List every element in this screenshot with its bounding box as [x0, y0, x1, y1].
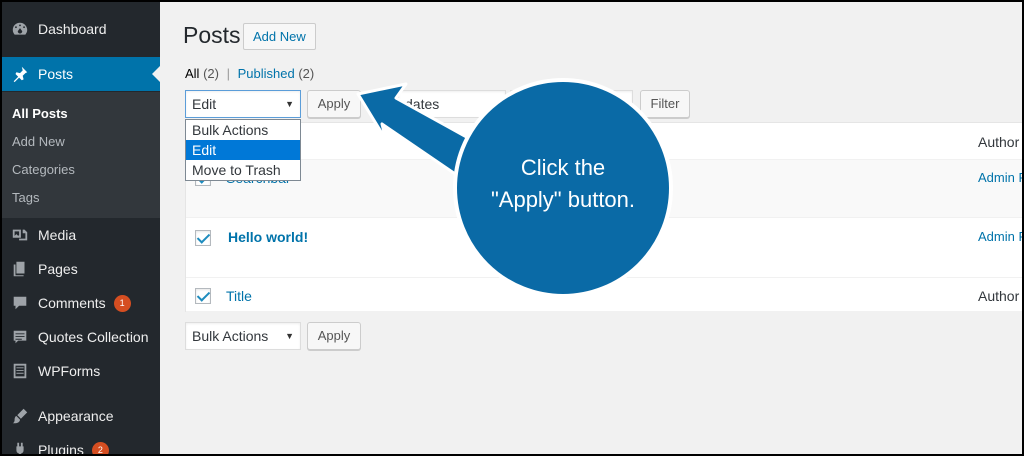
dates-select[interactable]: dates — [398, 90, 506, 118]
plug-icon — [10, 440, 30, 454]
sidebar-item-comments[interactable]: Comments 1 — [2, 286, 160, 320]
sidebar-item-appearance[interactable]: Appearance — [2, 399, 160, 433]
category-select[interactable] — [510, 90, 633, 118]
bulk-action-select-bottom[interactable]: Bulk Actions ▼ — [185, 322, 301, 350]
callout-line-1: Click the — [520, 155, 606, 180]
bulk-option-edit[interactable]: Edit — [186, 140, 300, 160]
posts-table: Author Searchbar Admin F Hello world! Ad… — [185, 122, 1022, 312]
pages-icon — [10, 259, 30, 279]
table-row: Hello world! Admin F — [186, 218, 1022, 278]
filter-button[interactable]: Filter — [640, 90, 690, 118]
posts-submenu: All Posts Add New Categories Tags — [2, 92, 160, 218]
table-row: Title Author — [186, 278, 1022, 312]
media-icon — [10, 225, 30, 245]
sidebar-label-quotes-collection: Quotes Collection — [38, 329, 149, 345]
post-title-link[interactable]: Hello world! — [228, 229, 308, 245]
post-title-link[interactable]: Title — [226, 288, 252, 304]
admin-sidebar: Dashboard Posts All Posts Add New Catego… — [2, 2, 160, 454]
comments-count-badge: 1 — [113, 294, 131, 312]
bulk-option-bulk-actions[interactable]: Bulk Actions — [186, 120, 300, 140]
filter-published-count: (2) — [298, 66, 315, 81]
chevron-down-icon: ▼ — [285, 99, 294, 109]
chevron-down-icon: ▼ — [285, 331, 294, 341]
add-new-post-button[interactable]: Add New — [243, 23, 316, 50]
screenshot-frame: Dashboard Posts All Posts Add New Catego… — [2, 2, 1022, 454]
post-author-link[interactable]: Admin F — [978, 170, 1022, 185]
comment-icon — [10, 293, 30, 313]
status-filter-links: All (2) | Published (2) — [185, 66, 314, 81]
callout-line-2: "Apply" button. — [490, 187, 636, 212]
callout-text: Click the "Apply" button. — [470, 152, 656, 216]
filter-all-count: (2) — [203, 66, 219, 81]
sidebar-label-plugins: Plugins — [38, 442, 84, 454]
submenu-tags[interactable]: Tags — [12, 190, 39, 205]
filter-published-link[interactable]: Published — [238, 66, 295, 81]
sidebar-item-wpforms[interactable]: WPForms — [2, 354, 160, 388]
sidebar-label-comments: Comments — [38, 295, 106, 311]
filter-all-link[interactable]: All — [185, 66, 199, 81]
apply-button-bottom[interactable]: Apply — [307, 322, 361, 350]
author-column-header: Author — [978, 134, 1020, 150]
sidebar-item-pages[interactable]: Pages — [2, 252, 160, 286]
submenu-all-posts[interactable]: All Posts — [12, 106, 68, 121]
sidebar-label-appearance: Appearance — [38, 408, 114, 424]
bulk-option-move-to-trash[interactable]: Move to Trash — [186, 160, 300, 180]
filter-separator: | — [226, 66, 230, 81]
sidebar-item-quotes-collection[interactable]: Quotes Collection — [2, 320, 160, 354]
main-content: Posts Add New All (2) | Published (2) Ed… — [160, 2, 1022, 454]
row-checkbox[interactable] — [195, 230, 211, 246]
sidebar-item-dashboard[interactable]: Dashboard — [2, 12, 160, 46]
pushpin-icon — [10, 64, 30, 84]
quote-icon — [10, 327, 30, 347]
sidebar-label-media: Media — [38, 227, 77, 243]
post-author-link[interactable]: Admin F — [978, 229, 1022, 244]
sidebar-item-posts[interactable]: Posts — [2, 57, 160, 91]
dates-select-value: dates — [405, 96, 440, 112]
apply-button-top[interactable]: Apply — [307, 90, 361, 118]
sidebar-label-dashboard: Dashboard — [38, 21, 107, 37]
form-icon — [10, 361, 30, 381]
sidebar-label-pages: Pages — [38, 261, 78, 277]
row-checkbox[interactable] — [195, 288, 211, 304]
sidebar-label-posts: Posts — [38, 66, 74, 82]
plugins-count-badge: 2 — [91, 441, 109, 454]
submenu-add-new[interactable]: Add New — [12, 134, 65, 149]
page-title: Posts — [183, 22, 241, 48]
sidebar-item-media[interactable]: Media — [2, 218, 160, 252]
sidebar-label-wpforms: WPForms — [38, 363, 101, 379]
sidebar-item-plugins[interactable]: Plugins 2 — [2, 433, 160, 454]
bulk-action-dropdown-list: Bulk Actions Edit Move to Trash — [185, 119, 301, 181]
bulk-action-select-top[interactable]: Edit ▼ — [185, 90, 301, 118]
dashboard-icon — [10, 19, 30, 39]
bulk-action-selected-value: Edit — [192, 96, 217, 112]
author-column-footer: Author — [978, 288, 1020, 304]
brush-icon — [10, 406, 30, 426]
submenu-categories[interactable]: Categories — [12, 162, 75, 177]
bulk-action-bottom-value: Bulk Actions — [192, 328, 269, 344]
